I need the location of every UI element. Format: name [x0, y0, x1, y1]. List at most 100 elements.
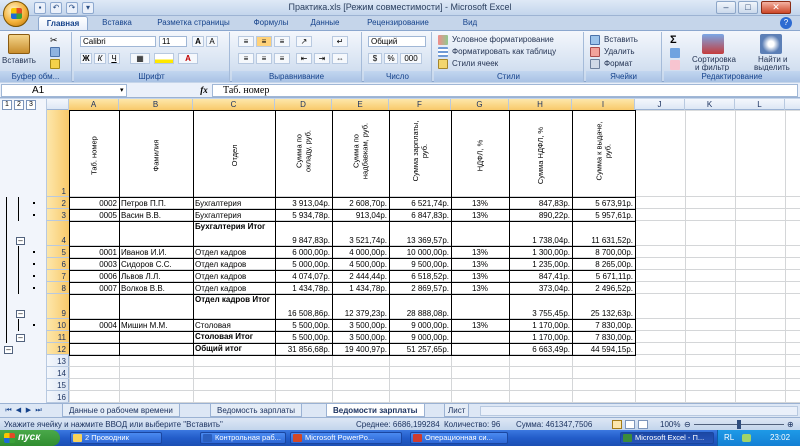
language-indicator[interactable]: RL	[724, 430, 734, 446]
column-header-f[interactable]: F	[389, 99, 451, 110]
cell[interactable]: 4 500,00р.	[334, 258, 387, 270]
column-header-k[interactable]: K	[685, 99, 735, 110]
cell[interactable]: 3 500,00р.	[334, 319, 387, 331]
cell[interactable]: 847,41р.	[511, 270, 570, 282]
column-header-b[interactable]: B	[119, 99, 193, 110]
cell[interactable]: 13%	[453, 270, 507, 282]
cell[interactable]: 1 738,04р.	[511, 221, 570, 246]
clear-icon[interactable]	[670, 60, 680, 70]
wrap-text-icon[interactable]: ↵	[332, 36, 348, 47]
sheet-tab-payrolls[interactable]: Ведомости зарплаты	[326, 404, 425, 417]
minimize-button[interactable]: –	[716, 1, 736, 14]
cell[interactable]: 1 170,00р.	[511, 319, 570, 331]
cell[interactable]: 5 934,78р.	[277, 209, 330, 221]
cell[interactable]: 2 608,70р.	[334, 197, 387, 209]
cell[interactable]: Волков В.В.	[121, 282, 191, 294]
orientation-icon[interactable]: ↗	[296, 36, 312, 47]
page-layout-view-icon[interactable]	[625, 420, 635, 429]
sort-filter-icon[interactable]	[702, 34, 724, 54]
first-sheet-icon[interactable]: ⏮	[4, 406, 13, 415]
tray-icon[interactable]	[742, 434, 751, 442]
cell[interactable]: 0001	[71, 246, 117, 258]
row-header-16[interactable]: 16	[47, 391, 69, 403]
cell[interactable]: 0006	[71, 270, 117, 282]
header-cell[interactable]: Сумма по окладу, руб.	[275, 110, 332, 197]
page-break-view-icon[interactable]	[638, 420, 648, 429]
align-bottom-icon[interactable]: ≡	[274, 36, 290, 47]
taskbar-task[interactable]: Microsoft PowerPo...	[290, 432, 402, 444]
decrease-indent-icon[interactable]: ⇤	[296, 53, 312, 64]
cell[interactable]: 25 132,63р.	[574, 294, 633, 319]
tab-insert[interactable]: Вставка	[92, 16, 142, 30]
align-right-icon[interactable]: ≡	[274, 53, 290, 64]
zoom-level[interactable]: 100%	[660, 419, 680, 430]
cell[interactable]: 8 265,00р.	[574, 258, 633, 270]
cell[interactable]: Васин В.В.	[121, 209, 191, 221]
column-header-a[interactable]: A	[69, 99, 119, 110]
cell[interactable]	[453, 343, 507, 355]
row-header-11[interactable]: 11	[47, 331, 69, 343]
cell[interactable]: 0007	[71, 282, 117, 294]
cell[interactable]: 1 434,78р.	[334, 282, 387, 294]
number-format-combo[interactable]: Общий	[368, 36, 426, 47]
paste-button[interactable]: Вставить	[2, 56, 36, 65]
cell[interactable]: 19 400,97р.	[334, 343, 387, 355]
row-header-1[interactable]: 1	[47, 110, 69, 197]
cell[interactable]	[453, 294, 507, 319]
cell[interactable]: 12 379,23р.	[334, 294, 387, 319]
sheet-tab-list[interactable]: Лист	[444, 404, 470, 417]
row-header-3[interactable]: 3	[47, 209, 69, 221]
cell[interactable]: 13 369,57р.	[391, 221, 449, 246]
cell[interactable]: 9 000,00р.	[391, 319, 449, 331]
row-header-5[interactable]: 5	[47, 246, 69, 258]
cell[interactable]: 13%	[453, 197, 507, 209]
cell[interactable]	[71, 221, 117, 246]
cell[interactable]: 0005	[71, 209, 117, 221]
cell[interactable]: 6 000,00р.	[277, 246, 330, 258]
cell[interactable]: Отдел кадров Итог	[195, 294, 273, 319]
bold-button[interactable]: Ж	[80, 53, 92, 64]
cell[interactable]: 1 170,00р.	[511, 331, 570, 343]
cell[interactable]: Столовая	[195, 319, 273, 331]
find-select-icon[interactable]	[760, 34, 782, 54]
conditional-format-button[interactable]: Условное форматирование	[452, 35, 554, 44]
select-all-corner[interactable]	[47, 99, 69, 110]
zoom-in-icon[interactable]: ⊕	[787, 421, 794, 429]
row-header-10[interactable]: 10	[47, 319, 69, 331]
cell[interactable]: 0004	[71, 319, 117, 331]
cell[interactable]: 13%	[453, 282, 507, 294]
underline-button[interactable]: Ч	[108, 53, 120, 64]
cell[interactable]: Петров П.П.	[121, 197, 191, 209]
cell[interactable]: Отдел кадров	[195, 246, 273, 258]
cell[interactable]: Иванов И.И.	[121, 246, 191, 258]
column-header-d[interactable]: D	[275, 99, 332, 110]
row-header-7[interactable]: 7	[47, 270, 69, 282]
copy-icon[interactable]	[50, 47, 60, 57]
row-header-15[interactable]: 15	[47, 379, 69, 391]
taskbar-task[interactable]: Операционная си...	[410, 432, 508, 444]
row-header-4[interactable]: 4	[47, 221, 69, 246]
header-cell[interactable]: Отдел	[193, 110, 275, 197]
zoom-slider-thumb[interactable]	[737, 420, 741, 429]
cell[interactable]: Отдел кадров	[195, 258, 273, 270]
cell[interactable]	[121, 343, 191, 355]
cell[interactable]: 847,83р.	[511, 197, 570, 209]
sheet-tab-payroll[interactable]: Ведомость зарплаты	[210, 404, 302, 417]
cell[interactable]	[121, 294, 191, 319]
header-cell[interactable]: Сумма зарплаты, руб.	[389, 110, 451, 197]
column-header-e[interactable]: E	[332, 99, 389, 110]
cell[interactable]: Общий итог	[195, 343, 273, 355]
cell[interactable]: Сидоров С.С.	[121, 258, 191, 270]
cell[interactable]: 2 496,52р.	[574, 282, 633, 294]
cell[interactable]: Отдел кадров	[195, 270, 273, 282]
cell[interactable]: 6 518,52р.	[391, 270, 449, 282]
column-header-i[interactable]: I	[572, 99, 635, 110]
undo-icon[interactable]: ↶	[50, 2, 62, 14]
cell[interactable]	[121, 331, 191, 343]
row-header-8[interactable]: 8	[47, 282, 69, 294]
cell[interactable]: 0003	[71, 258, 117, 270]
row-header-12[interactable]: 12	[47, 343, 69, 355]
cell[interactable]: 1 235,00р.	[511, 258, 570, 270]
cell[interactable]: 5 000,00р.	[277, 258, 330, 270]
outline-level-1[interactable]: 1	[2, 100, 12, 110]
